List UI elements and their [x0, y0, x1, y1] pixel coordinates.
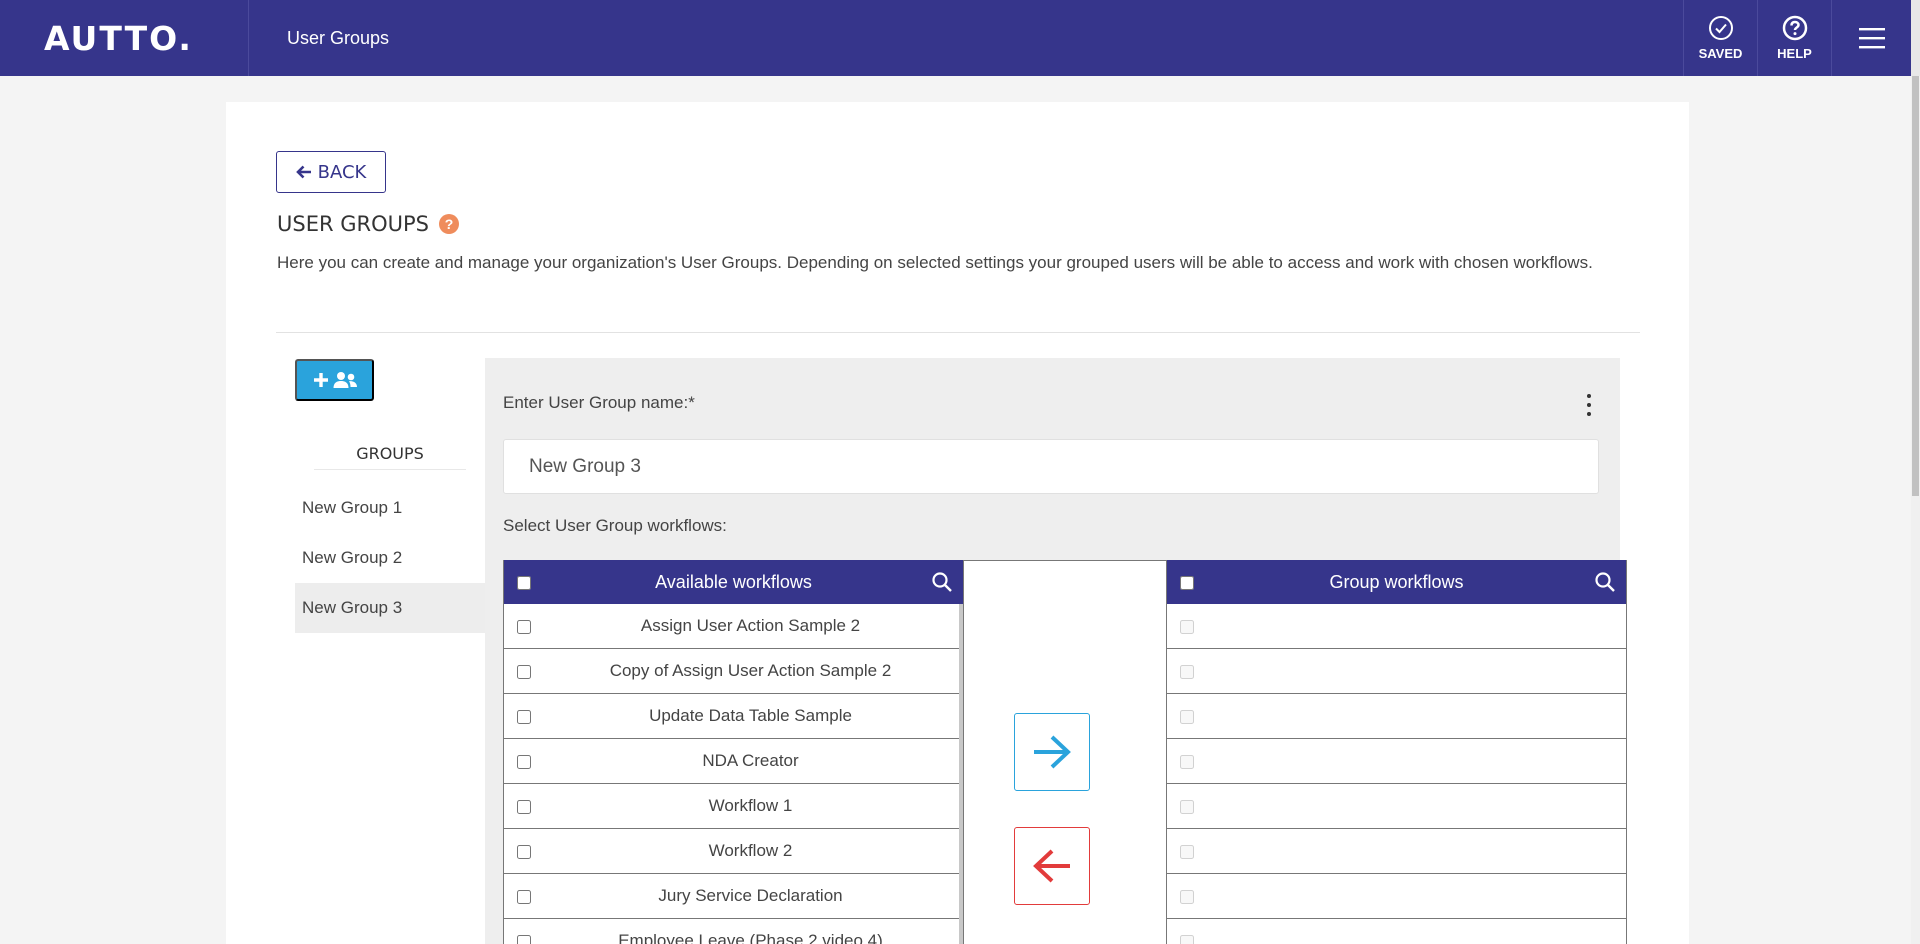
empty-row [1167, 784, 1626, 829]
workflow-row[interactable]: Assign User Action Sample 2 [504, 604, 963, 649]
workflow-name: Assign User Action Sample 2 [640, 616, 861, 635]
group-name-label: Enter User Group name:* [503, 393, 695, 412]
workflow-name: NDA Creator [702, 751, 799, 770]
empty-row-checkbox [1180, 620, 1194, 634]
workflow-name: Employee Leave (Phase 2 video 4) [618, 931, 883, 944]
top-bar: AUTTO. User Groups SAVED HELP [0, 0, 1920, 76]
page-title: USER GROUPS [277, 212, 429, 236]
empty-row-checkbox [1180, 890, 1194, 904]
page-name: User Groups [287, 27, 390, 48]
groups-heading: GROUPS [314, 444, 466, 470]
group-item-active[interactable]: New Group 3 [295, 583, 487, 633]
workflow-checkbox[interactable] [517, 935, 531, 944]
arrow-left-icon [1033, 849, 1070, 883]
title-row: USER GROUPS ? [277, 212, 459, 236]
empty-row [1167, 829, 1626, 874]
page-scrollbar-thumb[interactable] [1912, 76, 1919, 496]
group-workflows-list: Group workflows [1166, 560, 1627, 944]
group-workflows-title: Group workflows [1329, 571, 1464, 592]
workflow-checkbox[interactable] [517, 755, 531, 769]
workflow-row[interactable]: Jury Service Declaration [504, 874, 963, 919]
workflow-row[interactable]: Employee Leave (Phase 2 video 4) [504, 919, 963, 944]
workflow-name: Update Data Table Sample [649, 706, 852, 725]
workflow-name: Workflow 2 [708, 841, 793, 860]
available-workflows-header: Available workflows [504, 560, 963, 604]
empty-row-checkbox [1180, 665, 1194, 679]
select-all-available-checkbox[interactable] [517, 576, 531, 590]
available-workflows-title: Available workflows [655, 571, 812, 592]
page-description: Here you can create and manage your orga… [277, 253, 1593, 272]
workflow-name: Copy of Assign User Action Sample 2 [609, 661, 892, 680]
arrow-right-icon [1034, 735, 1071, 769]
empty-row [1167, 649, 1626, 694]
question-circle-icon [1782, 15, 1807, 41]
workflow-checkbox[interactable] [517, 845, 531, 859]
group-editor: Enter User Group name:* Select User Grou… [485, 358, 1627, 944]
add-users-icon [313, 372, 357, 388]
main-card: BACK USER GROUPS ? Here you can create a… [226, 102, 1689, 944]
empty-row [1167, 694, 1626, 739]
help-button[interactable]: HELP [1757, 0, 1831, 76]
remove-from-group-button[interactable] [1014, 827, 1090, 905]
scroll-strip [1911, 0, 1920, 76]
back-label: BACK [317, 161, 367, 183]
available-list-scrollbar[interactable] [959, 604, 963, 944]
workflow-checkbox[interactable] [517, 890, 531, 904]
search-icon[interactable] [931, 571, 953, 593]
workflow-row[interactable]: Workflow 2 [504, 829, 963, 874]
workflow-name: Workflow 1 [708, 796, 793, 815]
empty-row-checkbox [1180, 800, 1194, 814]
transfer-controls [964, 560, 1166, 944]
saved-button[interactable]: SAVED [1683, 0, 1757, 76]
empty-row [1167, 919, 1626, 944]
workflow-checkbox[interactable] [517, 800, 531, 814]
empty-row-checkbox [1180, 710, 1194, 724]
check-circle-icon [1708, 16, 1733, 40]
workflow-row[interactable]: Workflow 1 [504, 784, 963, 829]
empty-row [1167, 604, 1626, 649]
empty-row-checkbox [1180, 845, 1194, 859]
group-workflows-header: Group workflows [1167, 560, 1626, 604]
workflow-checkbox[interactable] [517, 620, 531, 634]
workflow-name: Jury Service Declaration [658, 886, 843, 905]
group-name-input[interactable] [503, 439, 1599, 494]
search-icon[interactable] [1594, 571, 1616, 593]
group-item[interactable]: New Group 2 [295, 533, 487, 583]
empty-row [1167, 739, 1626, 784]
select-all-group-checkbox[interactable] [1180, 576, 1194, 590]
empty-row-checkbox [1180, 755, 1194, 769]
divider [276, 332, 1640, 333]
group-item[interactable]: New Group 1 [295, 483, 487, 533]
hamburger-icon [1858, 28, 1885, 49]
add-to-group-button[interactable] [1014, 713, 1090, 791]
workflow-checkbox[interactable] [517, 665, 531, 679]
page-scrollbar[interactable] [1911, 76, 1920, 944]
logo[interactable]: AUTTO. [0, 0, 249, 76]
help-label: HELP [1777, 46, 1812, 61]
add-group-button[interactable] [295, 359, 374, 401]
workflow-row[interactable]: Copy of Assign User Action Sample 2 [504, 649, 963, 694]
workflows-label: Select User Group workflows: [503, 516, 727, 535]
back-button[interactable]: BACK [276, 151, 386, 193]
arrow-left-icon [295, 165, 311, 179]
empty-row [1167, 874, 1626, 919]
workflow-row[interactable]: Update Data Table Sample [504, 694, 963, 739]
saved-label: SAVED [1698, 46, 1743, 61]
workflow-row[interactable]: NDA Creator [504, 739, 963, 784]
more-options-icon[interactable] [1586, 394, 1592, 416]
help-tooltip-icon[interactable]: ? [439, 214, 459, 234]
workflow-checkbox[interactable] [517, 710, 531, 724]
menu-button[interactable] [1831, 0, 1911, 76]
available-workflows-list: Available workflows Assign User Action S… [503, 560, 964, 944]
empty-row-checkbox [1180, 935, 1194, 944]
